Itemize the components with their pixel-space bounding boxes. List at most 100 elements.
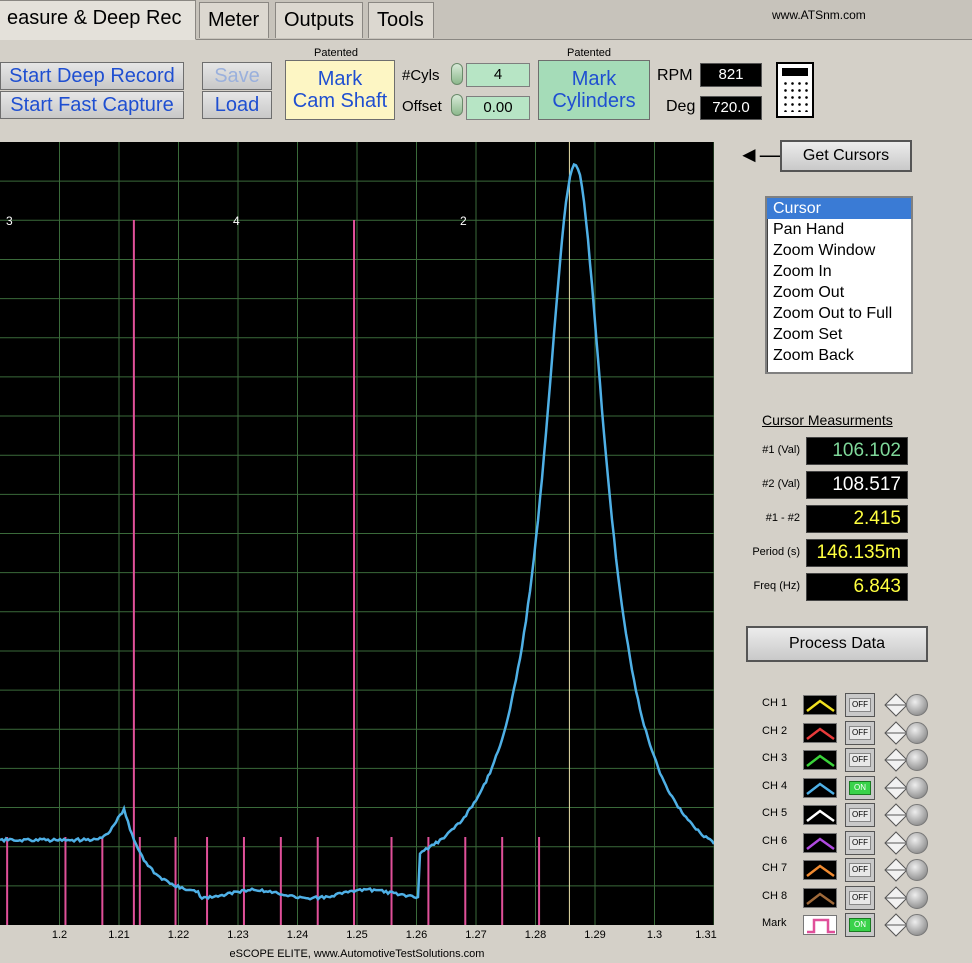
get-cursors-button[interactable]: Get Cursors — [780, 140, 912, 172]
channel-toggle[interactable]: OFF — [845, 858, 875, 882]
offset-spinner-icon[interactable] — [451, 94, 463, 116]
save-button[interactable]: Save — [202, 62, 272, 90]
channel-color-icon[interactable] — [803, 723, 837, 743]
measurement-value: 108.517 — [806, 471, 908, 499]
channel-color-icon[interactable] — [803, 695, 837, 715]
deg-value: 720.0 — [700, 96, 762, 120]
load-button[interactable]: Load — [202, 91, 272, 119]
tab-outputs[interactable]: Outputs — [275, 2, 363, 38]
position-knob-icon[interactable] — [906, 887, 928, 909]
channel-color-icon[interactable] — [803, 833, 837, 853]
scale-diamond-icon[interactable] — [884, 886, 908, 910]
x-tick-label: 1.3 — [647, 929, 662, 941]
tab-measure-deep-rec[interactable]: easure & Deep Rec — [0, 0, 196, 40]
calculator-icon[interactable] — [776, 62, 814, 118]
process-data-button[interactable]: Process Data — [746, 626, 928, 662]
measurement-label: Period (s) — [720, 546, 800, 558]
offset-label: Offset — [402, 98, 442, 115]
channel-state: OFF — [849, 863, 871, 877]
channel-color-icon[interactable] — [803, 778, 837, 798]
mark-cam-shaft-button[interactable]: Mark Cam Shaft — [285, 60, 395, 120]
channel-toggle[interactable]: OFF — [845, 693, 875, 717]
position-knob-icon[interactable] — [906, 832, 928, 854]
x-tick-label: 1.28 — [525, 929, 546, 941]
cursor-mode-item[interactable]: Zoom Window — [767, 240, 911, 261]
position-knob-icon[interactable] — [906, 694, 928, 716]
channel-state: ON — [849, 918, 871, 932]
x-tick-label: 1.31 — [695, 929, 716, 941]
scale-diamond-icon[interactable] — [884, 858, 908, 882]
cursor-mode-item[interactable]: Zoom Out — [767, 282, 911, 303]
cursor-mode-item[interactable]: Cursor — [767, 198, 911, 219]
channel-color-icon[interactable] — [803, 750, 837, 770]
position-knob-icon[interactable] — [906, 859, 928, 881]
scope-plot[interactable]: 3 4 2 — [0, 142, 714, 925]
cyls-field[interactable]: 4 — [466, 63, 530, 87]
cylinder-number-label: 4 — [233, 214, 240, 228]
mark-cylinders-button[interactable]: Mark Cylinders — [538, 60, 650, 120]
cylinder-number-label: 2 — [460, 214, 467, 228]
channel-toggle[interactable]: OFF — [845, 831, 875, 855]
x-tick-label: 1.27 — [465, 929, 486, 941]
patented-label-cam: Patented — [314, 47, 358, 59]
site-url: www.ATSnm.com — [772, 8, 866, 22]
scale-diamond-icon[interactable] — [884, 831, 908, 855]
channel-state: OFF — [849, 836, 871, 850]
cursor-mode-item[interactable]: Zoom In — [767, 261, 911, 282]
position-knob-icon[interactable] — [906, 722, 928, 744]
channel-label: CH 6 — [762, 835, 787, 847]
position-knob-icon[interactable] — [906, 804, 928, 826]
x-tick-label: 1.29 — [584, 929, 605, 941]
channel-toggle[interactable]: OFF — [845, 721, 875, 745]
measurement-value: 6.843 — [806, 573, 908, 601]
x-axis: 1.2 1.21 1.22 1.23 1.24 1.25 1.26 1.27 1.28 1.29 1… — [0, 925, 714, 963]
position-knob-icon[interactable] — [906, 777, 928, 799]
measurement-value: 2.415 — [806, 505, 908, 533]
start-fast-capture-button[interactable]: Start Fast Capture — [0, 91, 184, 119]
cursor-mode-item[interactable]: Zoom Set — [767, 324, 911, 345]
channel-toggle[interactable]: OFF — [845, 886, 875, 910]
channel-label: CH 7 — [762, 862, 787, 874]
cursor-mode-item[interactable]: Pan Hand — [767, 219, 911, 240]
tab-tools[interactable]: Tools — [368, 2, 434, 38]
tab-meter[interactable]: Meter — [199, 2, 269, 38]
cursor-mode-list[interactable]: Cursor Pan Hand Zoom Window Zoom In Zoom Out… — [765, 196, 913, 374]
channel-toggle[interactable]: ON — [845, 776, 875, 800]
arrow-left-icon: ◄— — [738, 148, 782, 162]
scope-footer: eSCOPE ELITE, www.AutomotiveTestSolution… — [0, 948, 714, 960]
offset-field[interactable]: 0.00 — [466, 96, 530, 120]
measurement-label: #2 (Val) — [720, 478, 800, 490]
mark-pulse-icon[interactable] — [803, 915, 837, 935]
rpm-value: 821 — [700, 63, 762, 87]
scale-diamond-icon[interactable] — [884, 776, 908, 800]
scale-diamond-icon[interactable] — [884, 803, 908, 827]
position-knob-icon[interactable] — [906, 914, 928, 936]
channel-toggle[interactable]: ON — [845, 913, 875, 937]
channel-state: OFF — [849, 891, 871, 905]
channel-color-icon[interactable] — [803, 860, 837, 880]
x-tick-label: 1.2 — [52, 929, 67, 941]
channel-state: OFF — [849, 726, 871, 740]
mark-cyl-line1: Mark — [539, 68, 649, 90]
cyls-label: #Cyls — [402, 67, 440, 84]
cursor-mode-item[interactable]: Zoom Out to Full — [767, 303, 911, 324]
channel-color-icon[interactable] — [803, 805, 837, 825]
deg-label: Deg — [666, 98, 695, 116]
scale-diamond-icon[interactable] — [884, 748, 908, 772]
cyls-spinner-icon[interactable] — [451, 63, 463, 85]
channel-color-icon[interactable] — [803, 888, 837, 908]
start-deep-record-button[interactable]: Start Deep Record — [0, 62, 184, 90]
channel-toggle[interactable]: OFF — [845, 803, 875, 827]
x-tick-label: 1.21 — [108, 929, 129, 941]
cursor-mode-item[interactable]: Zoom Back — [767, 345, 911, 366]
scale-diamond-icon[interactable] — [884, 913, 908, 937]
channel-toggle[interactable]: OFF — [845, 748, 875, 772]
measurement-value: 146.135m — [806, 539, 908, 567]
scale-diamond-icon[interactable] — [884, 693, 908, 717]
x-tick-label: 1.23 — [227, 929, 248, 941]
x-tick-label: 1.22 — [168, 929, 189, 941]
position-knob-icon[interactable] — [906, 749, 928, 771]
rpm-label: RPM — [657, 67, 693, 85]
scale-diamond-icon[interactable] — [884, 721, 908, 745]
scope-display[interactable]: 3 4 2 — [0, 142, 714, 925]
